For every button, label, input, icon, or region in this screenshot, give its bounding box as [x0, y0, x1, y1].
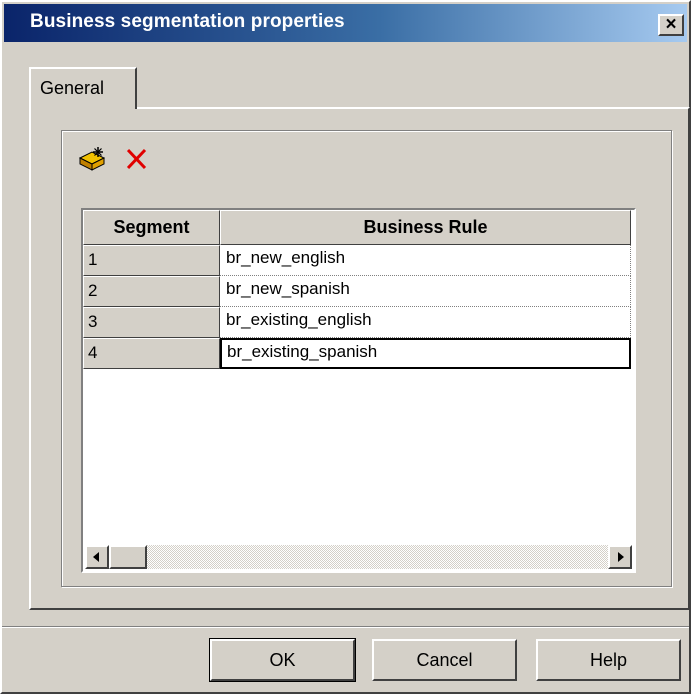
- arrow-right-icon: [618, 552, 624, 562]
- column-header-segment[interactable]: Segment: [83, 210, 220, 245]
- close-icon: ×: [665, 14, 677, 35]
- scroll-right-button[interactable]: [608, 545, 632, 569]
- segment-cell[interactable]: 2: [83, 276, 220, 307]
- table-row-selected[interactable]: 4 br_existing_spanish: [83, 338, 631, 369]
- help-button[interactable]: Help: [536, 639, 681, 681]
- segments-grid[interactable]: Segment Business Rule 1 br_new_english 2…: [81, 208, 636, 573]
- column-header-business-rule[interactable]: Business Rule: [220, 210, 631, 245]
- cancel-button[interactable]: Cancel: [372, 639, 517, 681]
- scroll-left-button[interactable]: [85, 545, 109, 569]
- business-rule-cell[interactable]: br_existing_spanish: [220, 338, 631, 369]
- scroll-track[interactable]: [147, 545, 608, 569]
- tab-general-label: General: [40, 78, 105, 98]
- close-button[interactable]: ×: [658, 14, 684, 36]
- delete-icon: [126, 148, 147, 170]
- table-row[interactable]: 3 br_existing_english: [83, 307, 631, 338]
- segment-cell[interactable]: 4: [83, 338, 220, 369]
- business-rule-cell[interactable]: br_new_english: [220, 245, 631, 276]
- business-rule-cell[interactable]: br_existing_english: [220, 307, 631, 338]
- arrow-left-icon: [93, 552, 99, 562]
- horizontal-scrollbar[interactable]: [85, 545, 632, 569]
- dialog-title: Business segmentation properties: [30, 11, 345, 32]
- delete-row-button[interactable]: [124, 146, 150, 172]
- tab-general[interactable]: General: [29, 67, 137, 109]
- button-separator: [2, 626, 689, 628]
- business-rule-cell[interactable]: br_new_spanish: [220, 276, 631, 307]
- table-row[interactable]: 2 br_new_spanish: [83, 276, 631, 307]
- scroll-thumb[interactable]: [109, 545, 147, 569]
- new-row-icon: [78, 147, 106, 171]
- new-row-button[interactable]: [78, 146, 106, 172]
- table-row[interactable]: 1 br_new_english: [83, 245, 631, 276]
- segment-cell[interactable]: 1: [83, 245, 220, 276]
- segment-cell[interactable]: 3: [83, 307, 220, 338]
- ok-button[interactable]: OK: [209, 638, 356, 682]
- title-bar[interactable]: Business segmentation properties ×: [4, 4, 687, 42]
